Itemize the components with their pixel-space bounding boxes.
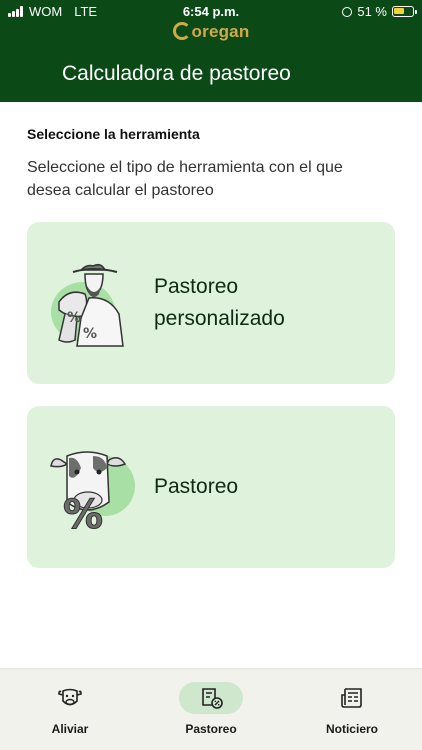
nav-item-noticiero[interactable]: Noticiero	[282, 669, 422, 750]
battery-percent: 51 %	[357, 4, 387, 19]
nav-label: Pastoreo	[185, 722, 237, 736]
section-description: Seleccione el tipo de herramienta con el…	[27, 159, 343, 199]
alarm-icon	[342, 6, 353, 17]
newspaper-icon	[341, 688, 362, 708]
svg-text:%: %	[67, 310, 81, 326]
calculator-tag-icon	[202, 688, 223, 709]
svg-text:%: %	[63, 492, 103, 534]
nav-item-aliviar[interactable]: Aliviar	[0, 669, 140, 750]
card-label: Pastoreo personalizado	[154, 275, 285, 330]
app-header: WOM LTE 6:54 p.m. 51 % oregan Calculador…	[0, 0, 422, 102]
card-pastoreo[interactable]: % Pastoreo	[27, 406, 395, 568]
status-bar: WOM LTE 6:54 p.m. 51 %	[0, 0, 422, 22]
battery-icon	[392, 6, 417, 17]
nav-item-pastoreo[interactable]: Pastoreo	[141, 669, 281, 750]
section-label: Seleccione la herramienta	[27, 126, 200, 142]
logo-c-mark	[172, 22, 191, 40]
cow-face-icon	[58, 688, 82, 706]
card-pastoreo-personalizado[interactable]: % % Pastoreo personalizado	[27, 222, 395, 384]
coregan-logo: oregan	[0, 22, 422, 44]
logo-text: oregan	[191, 22, 250, 41]
bottom-navigation: Aliviar Pastoreo Noticiero	[0, 668, 422, 750]
farmer-with-calf-icon: % %	[47, 258, 139, 350]
svg-text:%: %	[83, 326, 97, 342]
status-right: 51 %	[342, 4, 417, 19]
nav-label: Noticiero	[325, 722, 378, 736]
card-label: Pastoreo	[154, 475, 239, 498]
cow-percent-icon: %	[47, 442, 139, 539]
page-title: Calculadora de pastoreo	[62, 62, 291, 85]
nav-label: Aliviar	[51, 722, 89, 736]
